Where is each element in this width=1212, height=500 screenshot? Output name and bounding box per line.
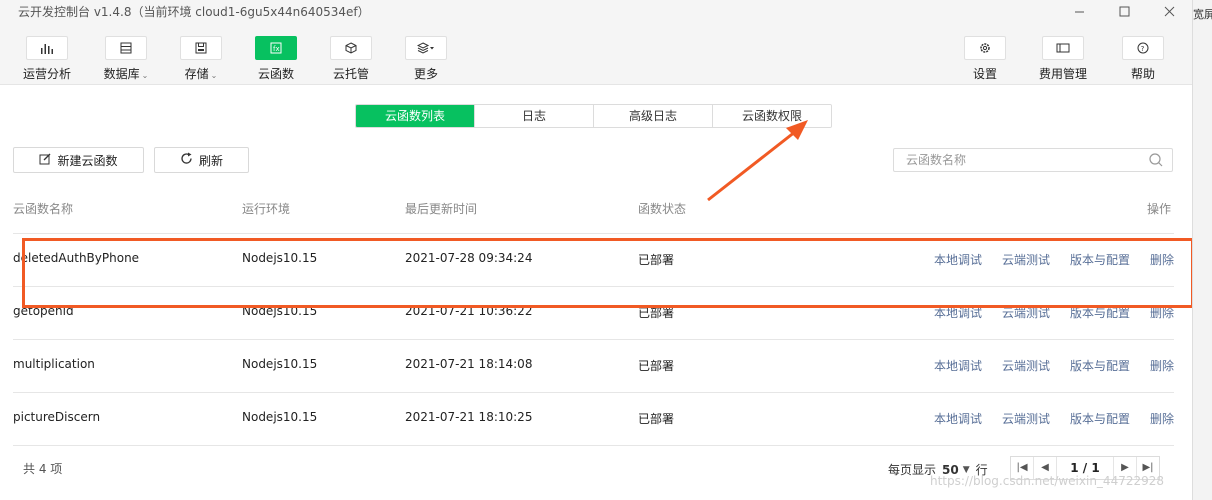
console-window: 云开发控制台 v1.4.8（当前环境 cloud1-6gu5x44n640534… <box>0 0 1193 500</box>
watermark: https://blog.csdn.net/weixin_44722928 <box>930 474 1165 488</box>
annotation-arrow-icon <box>707 120 808 202</box>
adjacent-window-strip: 宽屏 <box>1193 0 1212 500</box>
adjacent-window-text: 宽屏 <box>1193 8 1212 21</box>
